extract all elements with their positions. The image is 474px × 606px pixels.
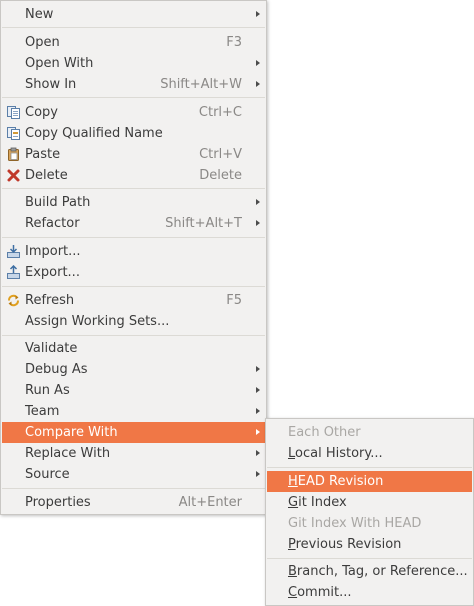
menu-item-label: Refactor bbox=[25, 216, 80, 231]
menu-item-assign-working-sets[interactable]: Assign Working Sets... bbox=[2, 311, 265, 332]
menu-item-team[interactable]: Team bbox=[2, 401, 265, 422]
menu-item-shortcut: F5 bbox=[226, 293, 242, 308]
menu-item-shortcut: Alt+Enter bbox=[178, 495, 242, 510]
menu-item-build-path[interactable]: Build Path bbox=[2, 192, 265, 213]
menu-item-shortcut: Ctrl+C bbox=[198, 105, 242, 120]
menu-item-label: Source bbox=[25, 467, 70, 482]
menu-item-label: Paste bbox=[25, 147, 61, 162]
menu-item-label: Previous Revision bbox=[288, 537, 402, 552]
menu-item-properties[interactable]: Properties Alt+Enter bbox=[2, 492, 265, 513]
menu-item-import[interactable]: Import... bbox=[2, 241, 265, 262]
menu-item-label: New bbox=[25, 7, 54, 22]
submenu-item-previous-revision[interactable]: Previous Revision bbox=[267, 534, 472, 555]
menu-item-label: Properties bbox=[25, 495, 91, 510]
menu-item-shortcut: F3 bbox=[226, 35, 242, 50]
menu-item-label: HEAD Revision bbox=[288, 474, 384, 489]
menu-item-validate[interactable]: Validate bbox=[2, 338, 265, 359]
menu-item-label: Team bbox=[25, 404, 60, 419]
menu-item-refresh[interactable]: Refresh F5 bbox=[2, 290, 265, 311]
submenu-item-head-revision[interactable]: HEAD Revision bbox=[267, 471, 472, 492]
copy-icon bbox=[7, 106, 20, 119]
submenu-arrow-icon bbox=[256, 199, 260, 205]
submenu-arrow-icon bbox=[256, 387, 260, 393]
menu-item-label: Build Path bbox=[25, 195, 91, 210]
context-menu: New Open F3 Open With Show In Shift+Alt+… bbox=[0, 0, 267, 515]
menu-item-delete[interactable]: Delete Delete bbox=[2, 165, 265, 186]
submenu-arrow-icon bbox=[256, 450, 260, 456]
menu-separator bbox=[2, 286, 265, 287]
menu-item-label: Copy bbox=[25, 105, 58, 120]
menu-item-shortcut: Delete bbox=[199, 168, 242, 183]
menu-item-label: Open bbox=[25, 35, 60, 50]
export-icon bbox=[7, 265, 20, 279]
submenu-arrow-icon bbox=[256, 220, 260, 226]
submenu-arrow-icon bbox=[256, 366, 260, 372]
menu-item-copy[interactable]: Copy Ctrl+C bbox=[2, 102, 265, 123]
submenu-arrow-icon bbox=[256, 60, 260, 66]
compare-with-submenu: Each Other Local History... HEAD Revisio… bbox=[265, 418, 474, 606]
menu-item-compare-with[interactable]: Compare With bbox=[2, 422, 265, 443]
menu-item-new[interactable]: New bbox=[2, 4, 265, 25]
menu-item-label: Git Index With HEAD bbox=[288, 516, 422, 531]
menu-item-debug-as[interactable]: Debug As bbox=[2, 359, 265, 380]
menu-item-label: Import... bbox=[25, 244, 81, 259]
submenu-arrow-icon bbox=[256, 429, 260, 435]
submenu-arrow-icon bbox=[256, 471, 260, 477]
submenu-arrow-icon bbox=[256, 408, 260, 414]
menu-item-label: Run As bbox=[25, 383, 70, 398]
menu-item-refactor[interactable]: Refactor Shift+Alt+T bbox=[2, 213, 265, 234]
menu-separator bbox=[267, 467, 472, 468]
menu-item-export[interactable]: Export... bbox=[2, 262, 265, 283]
paste-icon bbox=[8, 147, 19, 161]
menu-item-label: Copy Qualified Name bbox=[25, 126, 163, 141]
submenu-item-git-index-with-head[interactable]: Git Index With HEAD bbox=[267, 513, 472, 534]
menu-item-label: Refresh bbox=[25, 293, 75, 308]
menu-item-label: Git Index bbox=[288, 495, 347, 510]
menu-item-shortcut: Ctrl+V bbox=[199, 147, 242, 162]
menu-item-shortcut: Shift+Alt+T bbox=[165, 216, 242, 231]
refresh-icon bbox=[8, 294, 19, 307]
submenu-item-git-index[interactable]: Git Index bbox=[267, 492, 472, 513]
menu-item-label: Commit... bbox=[288, 585, 352, 600]
menu-item-label: Replace With bbox=[25, 446, 111, 461]
menu-separator bbox=[2, 237, 265, 238]
submenu-arrow-icon bbox=[256, 81, 260, 87]
menu-item-label: Delete bbox=[25, 168, 68, 183]
menu-separator bbox=[2, 188, 265, 189]
menu-item-source[interactable]: Source bbox=[2, 464, 265, 485]
menu-separator bbox=[2, 27, 265, 28]
menu-separator bbox=[2, 488, 265, 489]
menu-item-run-as[interactable]: Run As bbox=[2, 380, 265, 401]
menu-item-shortcut: Shift+Alt+W bbox=[160, 77, 242, 92]
menu-item-label: Each Other bbox=[288, 425, 361, 440]
import-icon bbox=[7, 245, 20, 258]
menu-item-paste[interactable]: Paste Ctrl+V bbox=[2, 144, 265, 165]
menu-item-label: Show In bbox=[25, 77, 77, 92]
menu-item-show-in[interactable]: Show In Shift+Alt+W bbox=[2, 74, 265, 95]
menu-separator bbox=[2, 97, 265, 98]
menu-item-label: Assign Working Sets... bbox=[25, 314, 170, 329]
menu-item-copy-qualified-name[interactable]: Copy Qualified Name bbox=[2, 123, 265, 144]
copy-qualified-name-icon bbox=[7, 127, 20, 140]
submenu-item-each-other[interactable]: Each Other bbox=[267, 422, 472, 443]
menu-item-replace-with[interactable]: Replace With bbox=[2, 443, 265, 464]
submenu-item-local-history[interactable]: Local History... bbox=[267, 443, 472, 464]
delete-icon bbox=[7, 169, 20, 182]
menu-item-label: Debug As bbox=[25, 362, 88, 377]
menu-item-label: Validate bbox=[25, 341, 78, 356]
menu-item-open-with[interactable]: Open With bbox=[2, 53, 265, 74]
submenu-item-commit[interactable]: Commit... bbox=[267, 582, 472, 603]
menu-separator bbox=[267, 558, 472, 559]
menu-item-label: Branch, Tag, or Reference... bbox=[288, 564, 468, 579]
menu-item-open[interactable]: Open F3 bbox=[2, 32, 265, 53]
submenu-item-branch-tag-reference[interactable]: Branch, Tag, or Reference... bbox=[267, 561, 472, 582]
menu-item-label: Local History... bbox=[288, 446, 383, 461]
menu-item-label: Compare With bbox=[25, 425, 118, 440]
menu-item-label: Open With bbox=[25, 56, 94, 71]
submenu-arrow-icon bbox=[256, 11, 260, 17]
menu-item-label: Export... bbox=[25, 265, 80, 280]
menu-separator bbox=[2, 335, 265, 336]
